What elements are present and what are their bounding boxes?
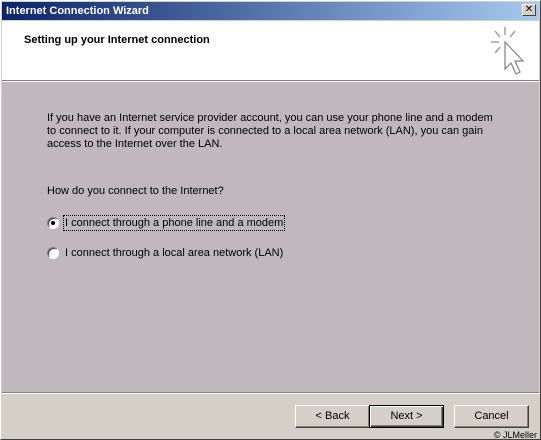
option-lan-label: I connect through a local area network (…	[65, 247, 284, 259]
wizard-header: Setting up your Internet connection	[2, 21, 539, 81]
copyright-text: © JLMeller	[493, 430, 537, 440]
radio-lan[interactable]	[47, 247, 59, 259]
window-title: Internet Connection Wizard	[6, 5, 149, 17]
wizard-content: If you have an Internet service provider…	[2, 82, 539, 392]
option-phone-line[interactable]: I connect through a phone line and a mod…	[47, 215, 286, 231]
bottom-divider-highlight	[2, 393, 539, 394]
close-button[interactable]: ✕	[522, 4, 536, 16]
connection-question: How do you connect to the Internet?	[47, 185, 224, 197]
back-button[interactable]: < Back	[295, 405, 370, 428]
page-title: Setting up your Internet connection	[24, 34, 210, 46]
close-icon: ✕	[524, 4, 534, 15]
cancel-button[interactable]: Cancel	[454, 405, 529, 428]
title-bar[interactable]: Internet Connection Wizard ✕	[2, 2, 539, 20]
radio-phone-line[interactable]	[47, 217, 59, 229]
description-text: If you have an Internet service provider…	[47, 112, 493, 150]
wizard-cursor-icon	[491, 27, 525, 75]
wizard-window: Internet Connection Wizard ✕ Setting up …	[0, 0, 541, 440]
option-phone-line-label: I connect through a phone line and a mod…	[62, 215, 286, 231]
next-button[interactable]: Next >	[369, 405, 444, 428]
option-lan[interactable]: I connect through a local area network (…	[47, 246, 283, 260]
